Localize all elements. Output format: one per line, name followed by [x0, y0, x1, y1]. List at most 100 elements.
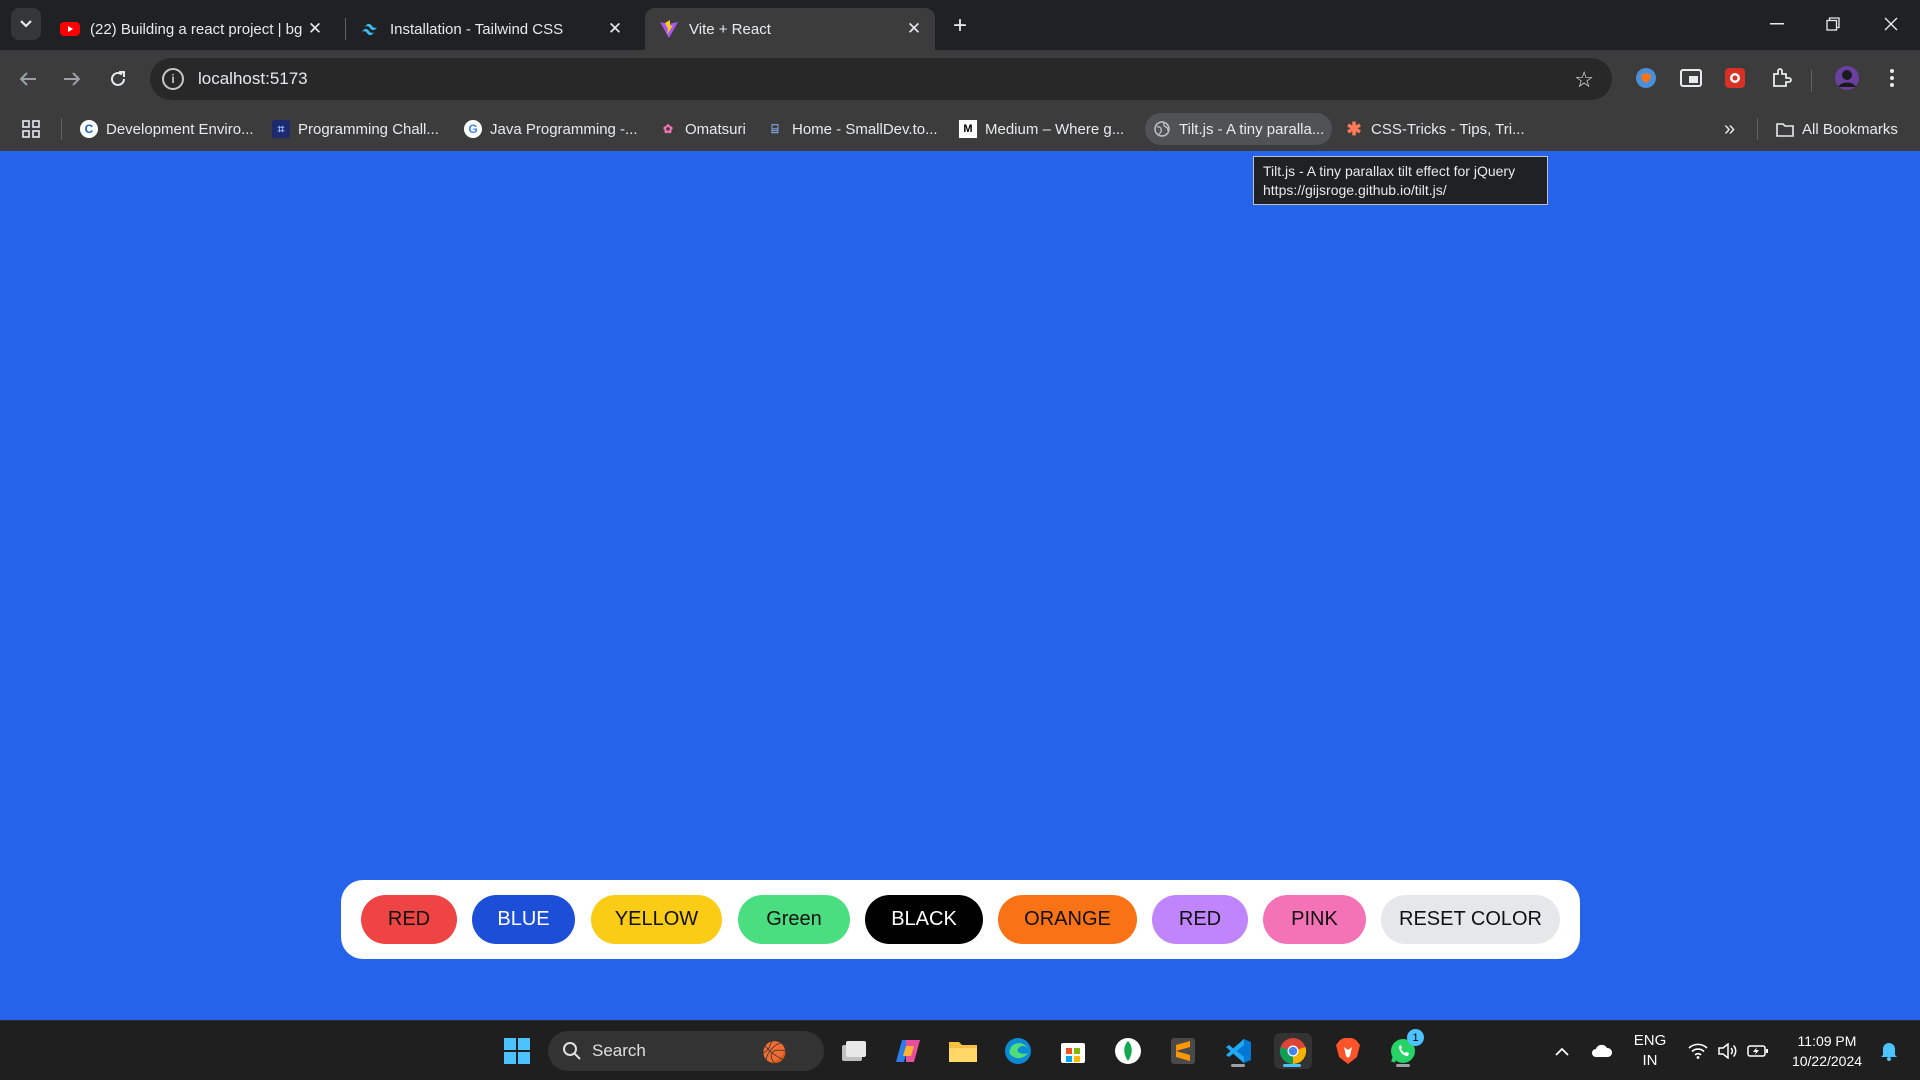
restore-button[interactable]	[1810, 0, 1856, 48]
pink-button[interactable]: PINK	[1263, 895, 1366, 944]
chrome-button[interactable]	[1274, 1033, 1312, 1069]
bookmark-omatsuri[interactable]: ✿ Omatsuri	[651, 113, 754, 145]
yellow-button[interactable]: YELLOW	[591, 895, 722, 944]
language-code: ENG	[1633, 1032, 1667, 1049]
address-bar[interactable]: i localhost:5173 ☆	[150, 58, 1612, 100]
close-icon	[1884, 17, 1898, 31]
brave-button[interactable]	[1330, 1033, 1366, 1069]
red-button[interactable]: RED	[361, 895, 457, 944]
profile-avatar[interactable]	[1833, 64, 1861, 92]
minimize-icon	[1770, 23, 1784, 25]
tab-vite-react[interactable]: Vite + React ✕	[645, 8, 935, 50]
extension-puzzle-red-icon[interactable]	[1721, 64, 1749, 92]
mongodb-leaf-icon	[1115, 1038, 1141, 1064]
tab-search-button[interactable]	[11, 8, 41, 40]
microsoft-store-button[interactable]	[1055, 1033, 1091, 1069]
bookmark-java-programming[interactable]: G Java Programming -...	[456, 113, 646, 145]
black-button[interactable]: BLACK	[865, 895, 983, 944]
show-hidden-icons-button[interactable]	[1548, 1021, 1576, 1080]
reload-button[interactable]	[103, 64, 133, 94]
clock[interactable]: 11:09 PM 10/22/2024	[1780, 1021, 1874, 1080]
all-bookmarks-label: All Bookmarks	[1802, 120, 1898, 138]
wifi-button[interactable]	[1684, 1021, 1712, 1080]
mongodb-compass-button[interactable]	[1110, 1033, 1146, 1069]
bookmark-development-environment[interactable]: C Development Enviro...	[72, 113, 262, 145]
bookmark-label: Medium – Where g...	[985, 120, 1125, 138]
whatsapp-button[interactable]: 1	[1385, 1029, 1424, 1069]
chevron-up-icon	[1555, 1047, 1569, 1056]
tab-title: Vite + React	[689, 20, 771, 38]
bookmark-label: Tilt.js - A tiny paralla...	[1179, 120, 1325, 138]
vscode-button[interactable]	[1220, 1033, 1256, 1069]
picture-in-picture-icon[interactable]	[1677, 64, 1705, 92]
forward-button[interactable]	[57, 64, 87, 94]
speaker-icon	[1718, 1043, 1737, 1059]
bookmark-tooltip: Tilt.js - A tiny parallax tilt effect fo…	[1253, 156, 1548, 205]
close-tab-icon[interactable]: ✕	[903, 18, 925, 40]
more-bookmarks-button[interactable]: »	[1716, 113, 1743, 145]
reset-color-button[interactable]: RESET COLOR	[1381, 895, 1560, 944]
extensions-icon[interactable]	[1767, 64, 1795, 92]
site-info-icon[interactable]: i	[162, 68, 184, 90]
sublime-text-button[interactable]	[1165, 1033, 1201, 1069]
chevron-down-icon	[20, 20, 32, 28]
back-button[interactable]	[13, 64, 43, 94]
bookmark-label: Omatsuri	[685, 120, 746, 138]
bell-icon	[1881, 1043, 1897, 1061]
bookmark-label: Home - SmallDev.to...	[792, 120, 938, 138]
bookmarks-divider	[1757, 118, 1758, 140]
apps-grid-button[interactable]	[14, 113, 48, 145]
url-text[interactable]: localhost:5173	[198, 69, 308, 89]
volume-button[interactable]	[1714, 1021, 1742, 1080]
tooltip-title: Tilt.js - A tiny parallax tilt effect fo…	[1263, 163, 1516, 179]
bookmarks-divider	[61, 118, 62, 140]
bookmark-css-tricks[interactable]: ✱ CSS-Tricks - Tips, Tri...	[1337, 113, 1533, 145]
bookmark-star-icon[interactable]: ☆	[1574, 67, 1594, 93]
bookmarks-bar: C Development Enviro... ⌗ Programming Ch…	[0, 107, 1920, 151]
close-window-button[interactable]	[1868, 0, 1914, 48]
tab-tailwind[interactable]: Installation - Tailwind CSS ✕	[346, 8, 636, 50]
active-indicator	[1283, 1064, 1301, 1067]
taskbar-search[interactable]: Search 🏀	[548, 1031, 824, 1071]
tooltip-url: https://gijsroge.github.io/tilt.js/	[1263, 182, 1447, 198]
bookmark-programming-challenges[interactable]: ⌗ Programming Chall...	[264, 113, 447, 145]
bookmark-tiltjs[interactable]: Tilt.js - A tiny paralla...	[1145, 113, 1333, 145]
chrome-icon	[1279, 1038, 1307, 1065]
toolbar-divider	[1811, 70, 1812, 92]
browser-toolbar: i localhost:5173 ☆	[0, 50, 1920, 107]
tab-youtube[interactable]: (22) Building a react project | bg ✕	[46, 8, 336, 50]
new-tab-button[interactable]: +	[946, 12, 974, 40]
apps-grid-icon	[22, 120, 40, 138]
purple-red-button[interactable]: RED	[1152, 895, 1248, 944]
close-tab-icon[interactable]: ✕	[304, 18, 326, 40]
restore-icon	[1826, 17, 1840, 31]
color-button-bar: RED BLUE YELLOW Green BLACK ORANGE RED P…	[341, 880, 1580, 959]
task-view-button[interactable]	[836, 1033, 872, 1069]
bookmark-medium[interactable]: M Medium – Where g...	[951, 113, 1132, 145]
tab-title: (22) Building a react project | bg	[90, 20, 303, 38]
bookmark-label: CSS-Tricks - Tips, Tri...	[1371, 120, 1525, 138]
edge-button[interactable]	[1000, 1033, 1036, 1069]
bookmark-smalldev[interactable]: ⌸ Home - SmallDev.to...	[758, 113, 946, 145]
orange-button[interactable]: ORANGE	[998, 895, 1137, 944]
battery-button[interactable]	[1744, 1021, 1772, 1080]
minimize-button[interactable]	[1754, 0, 1800, 48]
menu-kebab-icon[interactable]	[1878, 64, 1906, 92]
language-indicator[interactable]: ENG IN	[1628, 1021, 1672, 1080]
file-explorer-button[interactable]	[945, 1033, 981, 1069]
copilot-button[interactable]	[890, 1033, 926, 1069]
running-indicator	[1396, 1064, 1410, 1067]
tab-strip: (22) Building a react project | bg ✕ Ins…	[0, 0, 1920, 50]
onedrive-button[interactable]	[1586, 1021, 1618, 1080]
start-button[interactable]	[499, 1033, 535, 1069]
close-tab-icon[interactable]: ✕	[604, 18, 626, 40]
extension-shield-icon[interactable]	[1632, 64, 1660, 92]
all-bookmarks-button[interactable]: All Bookmarks	[1768, 113, 1906, 145]
blue-button[interactable]: BLUE	[472, 895, 575, 944]
notifications-button[interactable]	[1874, 1021, 1904, 1080]
green-button[interactable]: Green	[738, 895, 850, 944]
clock-date: 10/22/2024	[1791, 1053, 1863, 1069]
store-icon	[1061, 1043, 1085, 1063]
folder-icon	[1776, 120, 1794, 138]
bookmark-label: Development Enviro...	[106, 120, 254, 138]
